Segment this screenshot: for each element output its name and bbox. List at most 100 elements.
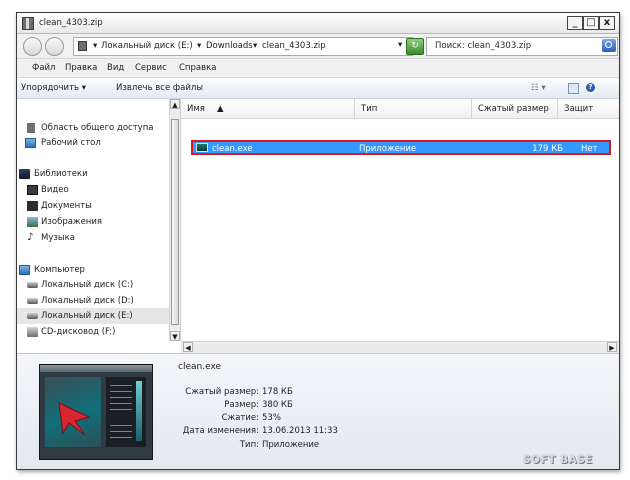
help-icon[interactable]: ?: [586, 83, 595, 92]
nav-item-label: Область общего доступа: [41, 123, 154, 133]
file-horizontal-scrollbar[interactable]: ◀ ▶: [181, 341, 619, 353]
back-button[interactable]: [23, 37, 42, 56]
scroll-thumb[interactable]: [171, 119, 179, 325]
chevron-right-icon[interactable]: ▾: [253, 41, 257, 51]
thumbnail-line: [110, 425, 132, 426]
column-header-protected[interactable]: Защит: [558, 99, 619, 119]
nav-item-libraries[interactable]: Библиотеки: [17, 166, 175, 182]
column-header-label: Защит: [564, 104, 594, 114]
details-value: 53%: [262, 413, 281, 423]
file-type: Приложение: [359, 144, 417, 154]
folder-icon: [27, 123, 35, 133]
search-input[interactable]: Поиск: clean_4303.zip: [426, 37, 618, 56]
thumbnail-line: [110, 403, 132, 404]
close-button[interactable]: x: [599, 16, 615, 30]
nav-item-label: Локальный диск (C:): [41, 280, 134, 290]
breadcrumb-downloads[interactable]: Downloads: [206, 41, 253, 51]
zip-archive-icon: [22, 17, 34, 30]
nav-vertical-scrollbar[interactable]: ▲ ▼: [169, 99, 180, 341]
search-icon[interactable]: [602, 39, 616, 52]
menu-bar: Файл Правка Вид Сервис Справка: [17, 59, 619, 78]
address-dropdown-icon[interactable]: ▾: [398, 40, 402, 50]
details-value: 380 КБ: [262, 400, 293, 410]
view-options-icon[interactable]: ☷ ▾: [531, 83, 546, 93]
refresh-button[interactable]: ↻: [406, 38, 424, 55]
nav-item-computer[interactable]: Компьютер: [17, 262, 175, 278]
thumbnail-line: [110, 431, 132, 432]
nav-item-label: Локальный диск (D:): [41, 296, 134, 306]
address-bar[interactable]: ▾ Локальный диск (E:) ▾ Downloads ▾ clea…: [73, 37, 413, 56]
scroll-left-icon[interactable]: ◀: [183, 342, 193, 352]
organize-label: Упорядочить: [21, 83, 80, 93]
nav-item-music[interactable]: ♪ Музыка: [17, 230, 175, 246]
title-bar: clean_4303.zip _ □ x: [17, 13, 619, 34]
scroll-right-icon[interactable]: ▶: [607, 342, 617, 352]
column-header-compressed-size[interactable]: Сжатый размер: [472, 99, 558, 119]
chevron-right-icon[interactable]: ▾: [93, 41, 97, 51]
column-header-type[interactable]: Тип: [355, 99, 472, 119]
menu-file[interactable]: Файл: [32, 63, 55, 73]
thumbnail-line: [110, 391, 132, 392]
breadcrumb-archive[interactable]: clean_4303.zip: [262, 41, 326, 51]
zip-archive-icon: [78, 41, 87, 51]
nav-item-label: Музыка: [41, 233, 75, 243]
nav-item-documents[interactable]: Документы: [17, 198, 175, 214]
nav-item-cd-drive[interactable]: CD-дисковод (F:): [17, 324, 175, 340]
details-filename: clean.exe: [178, 362, 222, 372]
file-row[interactable]: clean.exe Приложение 179 КБ Нет: [191, 140, 611, 155]
column-header-label: Тип: [361, 104, 378, 114]
computer-icon: [19, 265, 30, 275]
forward-button[interactable]: [45, 37, 64, 56]
column-header-label: Имя: [187, 104, 205, 114]
watermark: SOFT BASE: [523, 454, 593, 466]
menu-view[interactable]: Вид: [107, 63, 124, 73]
extract-all-button[interactable]: Извлечь все файлы: [116, 83, 203, 93]
nav-item-pictures[interactable]: Изображения: [17, 214, 175, 230]
nav-item-drive-d[interactable]: Локальный диск (D:): [17, 293, 175, 309]
nav-item-label: Компьютер: [34, 265, 85, 275]
search-placeholder: Поиск: clean_4303.zip: [435, 41, 532, 51]
command-bar: Упорядочить ▾ Извлечь все файлы ☷ ▾ ?: [17, 78, 619, 99]
scroll-down-icon[interactable]: ▼: [170, 331, 180, 341]
hard-drive-icon: [27, 313, 38, 319]
chevron-right-icon[interactable]: ▾: [197, 41, 201, 51]
navigation-pane: Область общего доступа Рабочий стол Библ…: [17, 99, 180, 341]
breadcrumb-drive[interactable]: Локальный диск (E:): [101, 41, 193, 51]
menu-help[interactable]: Справка: [179, 63, 216, 73]
menu-edit[interactable]: Правка: [65, 63, 97, 73]
nav-item-drive-e[interactable]: Локальный диск (E:): [17, 308, 175, 324]
minimize-button[interactable]: _: [567, 16, 583, 30]
hard-drive-icon: [27, 298, 38, 304]
column-header-label: Сжатый размер: [478, 104, 549, 114]
nav-item-label: Видео: [41, 185, 69, 195]
nav-item-shared[interactable]: Область общего доступа: [17, 120, 175, 136]
thumbnail-line: [110, 397, 132, 398]
hard-drive-icon: [27, 282, 38, 288]
organize-button[interactable]: Упорядочить ▾: [21, 83, 86, 93]
scroll-up-icon[interactable]: ▲: [170, 99, 180, 109]
nav-item-label: Локальный диск (E:): [41, 311, 133, 321]
sort-up-icon: ▲: [217, 104, 224, 114]
thumbnail-screen: [45, 377, 101, 447]
arrow-cursor-icon: [58, 402, 91, 436]
column-header-name[interactable]: Имя ▲: [181, 99, 355, 119]
file-thumbnail: [39, 364, 153, 460]
nav-item-desktop[interactable]: Рабочий стол: [17, 135, 175, 151]
details-label: Сжатый размер:: [185, 387, 259, 397]
menu-tools[interactable]: Сервис: [135, 63, 167, 73]
video-icon: [27, 185, 38, 195]
details-value: 13.06.2013 11:33: [262, 426, 338, 436]
music-note-icon: ♪: [27, 232, 34, 243]
nav-item-video[interactable]: Видео: [17, 182, 175, 198]
explorer-window: clean_4303.zip _ □ x ▾ Локальный диск (E…: [16, 12, 620, 470]
file-name: clean.exe: [212, 144, 253, 154]
file-compressed-size: 179 КБ: [532, 144, 563, 154]
nav-item-label: Изображения: [41, 217, 103, 227]
maximize-button[interactable]: □: [583, 16, 599, 30]
preview-pane-icon[interactable]: [568, 83, 579, 94]
nav-item-label: Рабочий стол: [41, 138, 101, 148]
nav-item-label: CD-дисковод (F:): [41, 327, 116, 337]
details-label: Тип:: [239, 440, 259, 450]
nav-item-drive-c[interactable]: Локальный диск (C:): [17, 277, 175, 293]
libraries-icon: [19, 169, 30, 179]
